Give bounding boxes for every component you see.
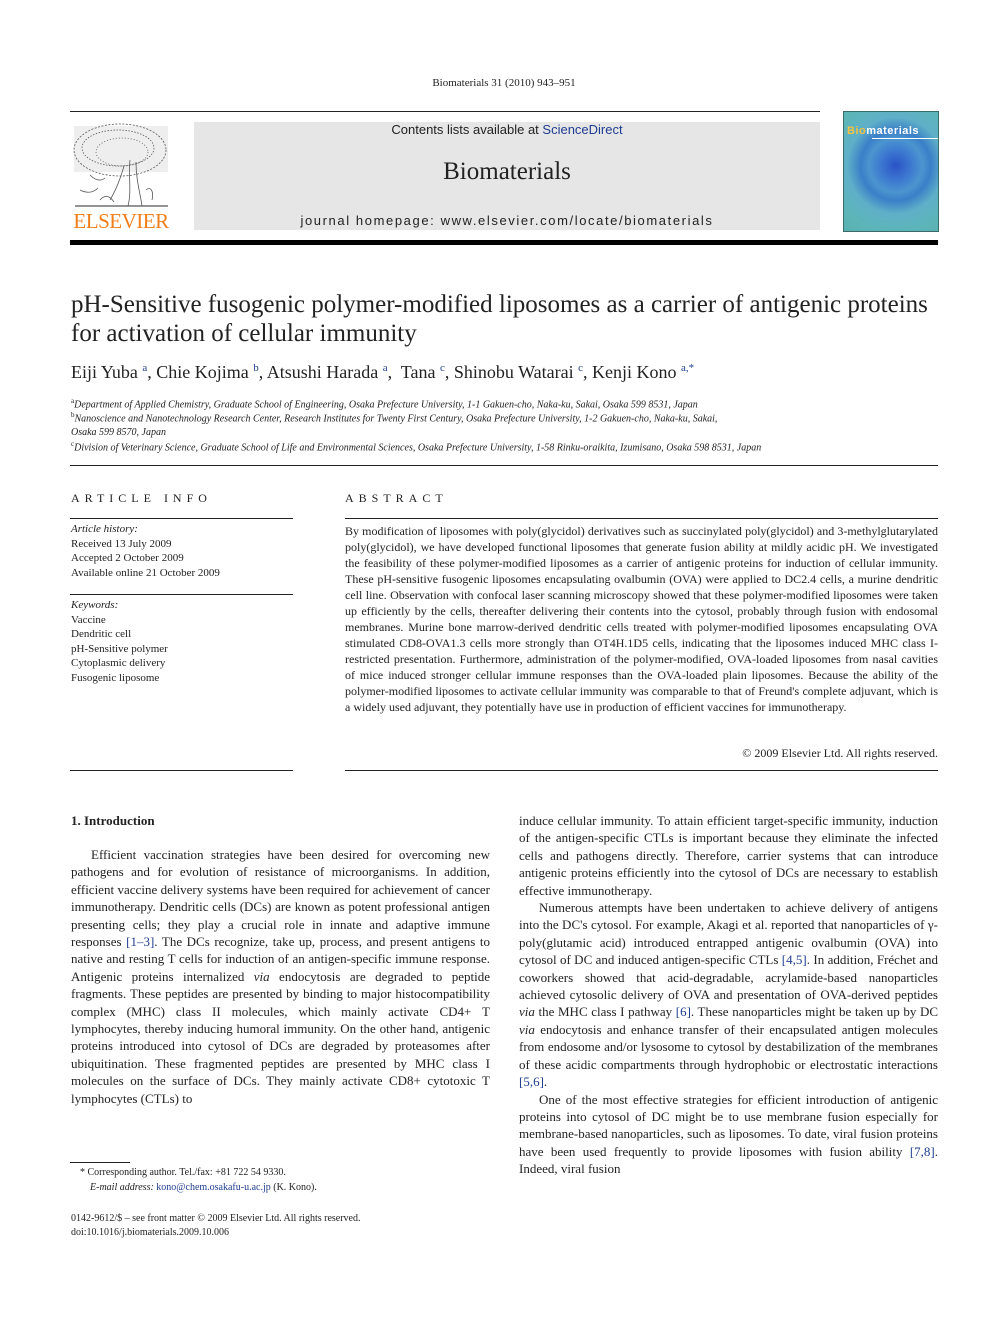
info-rule	[70, 518, 293, 519]
citation-link[interactable]: [7,8]	[910, 1144, 935, 1159]
header-thick-rule	[70, 240, 938, 245]
corresponding-author-note: * Corresponding author. Tel./fax: +81 72…	[80, 1167, 286, 1178]
keyword: pH-Sensitive polymer	[71, 642, 168, 655]
author[interactable]: Chie Kojima b	[156, 362, 259, 382]
abstract-rule	[345, 770, 938, 771]
article-history: Article history: Received 13 July 2009 A…	[71, 523, 220, 579]
paragraph: induce cellular immunity. To attain effi…	[519, 813, 938, 898]
issn-line: 0142-9612/$ – see front matter © 2009 El…	[71, 1213, 361, 1224]
running-head: Biomaterials 31 (2010) 943–951	[432, 77, 576, 89]
paragraph: Numerous attempts have been undertaken t…	[519, 900, 939, 1090]
citation-link[interactable]: [6]	[676, 1004, 691, 1019]
author[interactable]: Shinobu Watarai c	[454, 362, 583, 382]
abstract-heading: ABSTRACT	[345, 491, 448, 505]
journal-name: Biomaterials	[443, 158, 571, 185]
author[interactable]: Tana c	[401, 362, 445, 382]
cover-title: Biomaterials	[847, 125, 920, 137]
keyword: Fusogenic liposome	[71, 671, 160, 684]
abstract-rule	[345, 518, 938, 519]
author-list: Eiji Yuba a, Chie Kojima b, Atsushi Hara…	[71, 362, 695, 382]
journal-cover-image: Biomaterials	[843, 111, 939, 232]
author[interactable]: Kenji Kono a,*	[592, 362, 694, 382]
author[interactable]: Eiji Yuba a	[71, 362, 147, 382]
keyword: Cytoplasmic delivery	[71, 657, 166, 669]
citation-link[interactable]: [1–3]	[126, 934, 154, 949]
footnote-rule	[70, 1162, 130, 1163]
body-column-right: induce cellular immunity. To attain effi…	[519, 812, 938, 1178]
elsevier-logo: ELSEVIER	[70, 120, 172, 232]
citation-link[interactable]: [4,5]	[782, 952, 807, 967]
divider-rule	[70, 465, 938, 466]
sciencedirect-link[interactable]: ScienceDirect	[542, 122, 622, 137]
cover-divider	[872, 138, 938, 139]
body-column-left: Efficient vaccination strategies have be…	[71, 846, 490, 1107]
section-heading-introduction: 1. Introduction	[71, 813, 155, 828]
keyword: Vaccine	[71, 613, 106, 626]
contents-line: Contents lists available at ScienceDirec…	[391, 122, 623, 137]
abstract-copyright: © 2009 Elsevier Ltd. All rights reserved…	[742, 746, 938, 760]
elsevier-tree-icon	[73, 123, 168, 207]
header-rule	[70, 111, 820, 112]
doi-line[interactable]: doi:10.1016/j.biomaterials.2009.10.006	[71, 1226, 229, 1240]
email-note: E-mail address: kono@chem.osakafu-u.ac.j…	[90, 1182, 317, 1193]
journal-homepage[interactable]: journal homepage: www.elsevier.com/locat…	[194, 213, 820, 228]
paragraph: Efficient vaccination strategies have be…	[71, 847, 491, 1106]
info-rule	[70, 594, 293, 595]
keyword: Dendritic cell	[71, 628, 132, 640]
info-rule	[70, 770, 293, 771]
citation-link[interactable]: [5,6]	[519, 1074, 544, 1089]
article-title: pH-Sensitive fusogenic polymer-modified …	[71, 291, 928, 347]
email-link[interactable]: kono@chem.osakafu-u.ac.jp	[156, 1182, 270, 1193]
abstract-text: By modification of liposomes with poly(g…	[345, 524, 938, 714]
affiliation-c: cDivision of Veterinary Science, Graduat…	[71, 440, 762, 454]
journal-banner: Contents lists available at ScienceDirec…	[194, 122, 820, 230]
author[interactable]: Atsushi Harada a	[267, 362, 388, 382]
affiliation-b: bNanoscience and Nanotechnology Research…	[71, 411, 718, 439]
article-info-heading: ARTICLE INFO	[71, 491, 212, 505]
paragraph: One of the most effective strategies for…	[519, 1091, 938, 1177]
elsevier-wordmark: ELSEVIER	[73, 209, 169, 233]
keywords: Keywords: Vaccine Dendritic cell pH-Sens…	[71, 598, 293, 685]
